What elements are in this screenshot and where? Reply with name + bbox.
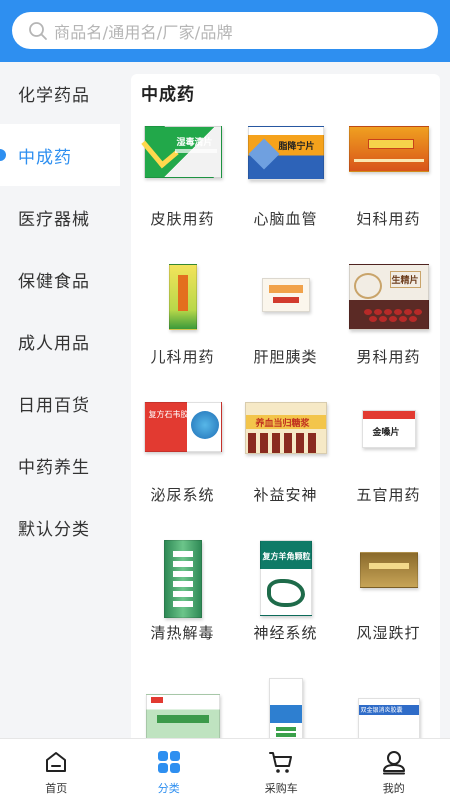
user-icon [382,751,405,775]
sidebar-item-label: 日用百货 [18,395,90,416]
subcategory-item[interactable]: 脂降宁片 心脑血管 [234,116,337,254]
sidebar-item-medical-devices[interactable]: 医疗器械 [0,186,120,248]
subcategory-item[interactable]: 养血当归糖浆 补益安神 [234,392,337,530]
sidebar-item-label: 默认分类 [18,519,90,540]
sidebar-item-label: 中药养生 [18,457,90,478]
product-image: 复方羊角颗粒 [259,540,312,616]
product-image-text: 生精片 [389,271,421,288]
subcategory-panel: 中成药 湿毒清片 皮肤用药 脂降宁片 心脑血管 妇科用药 儿科用药 肝胆胰类 生… [131,74,440,738]
product-image: 生精片 [348,264,429,330]
category-sidebar: 化学药品 中成药 医疗器械 保健食品 成人用品 日用百货 中药养生 默认分类 [0,62,120,738]
product-image [163,540,202,618]
grid-icon [157,751,180,773]
sidebar-item-label: 化学药品 [18,85,90,106]
subcategory-item[interactable]: 复方羊角颗粒 神经系统 [234,530,337,668]
subcategory-label: 补益安神 [253,486,318,504]
subcategory-item[interactable]: 妇科用药 [337,116,440,254]
tab-label: 我的 [382,782,405,795]
tab-label: 分类 [157,782,180,795]
product-image-text: 复方石韦胶囊 [148,410,197,419]
subcategory-item[interactable]: 儿科用药 [131,254,234,392]
product-image: 湿毒清片 [140,126,222,178]
product-image-text: 金嗓片 [372,428,400,438]
subcategory-label: 妇科用药 [356,210,421,228]
subcategory-item[interactable] [131,668,234,738]
tab-cart[interactable]: 采购车 [225,739,338,800]
subcategory-label: 男科用药 [356,348,421,366]
tab-category[interactable]: 分类 [113,739,226,800]
subcategory-label: 皮肤用药 [150,210,215,228]
subcategory-item[interactable]: 复方石韦胶囊 泌尿系统 [131,392,234,530]
product-image [268,678,303,738]
search-input[interactable]: 商品名/通用名/厂家/品牌 [12,12,438,49]
sidebar-item-chinese-patent-medicine[interactable]: 中成药 [0,124,120,186]
sidebar-item-label: 医疗器械 [18,209,90,230]
product-image-text: 复方羊角颗粒 [262,552,311,561]
product-image-text: 湿毒清片 [176,138,213,148]
sidebar-item-daily-goods[interactable]: 日用百货 [0,372,120,434]
tab-home[interactable]: 首页 [0,739,113,800]
subcategory-item[interactable]: 风湿跌打 [337,530,440,668]
product-image: 养血当归糖浆 [244,402,327,454]
product-image-text: 双金银消炎胶囊 [360,707,403,714]
product-image [359,540,418,588]
tab-label: 采购车 [264,782,298,795]
subcategory-label: 五官用药 [356,486,421,504]
subcategory-item[interactable]: 湿毒清片 皮肤用药 [131,116,234,254]
product-image [145,678,220,738]
search-placeholder: 商品名/通用名/厂家/品牌 [54,22,233,42]
active-indicator [0,149,6,161]
panel-title: 中成药 [141,85,195,105]
product-image [348,126,429,172]
sidebar-item-adult-products[interactable]: 成人用品 [0,310,120,372]
subcategory-label: 泌尿系统 [150,486,215,504]
sidebar-item-health-food[interactable]: 保健食品 [0,248,120,310]
cart-icon [269,752,293,773]
sidebar-item-label: 保健食品 [18,271,90,292]
subcategory-item[interactable]: 金嗓片 五官用药 [337,392,440,530]
product-image-text: 养血当归糖浆 [255,419,310,429]
product-image: 双金银消炎胶囊 [357,678,420,738]
subcategory-label: 儿科用药 [150,348,215,366]
subcategory-item[interactable] [234,668,337,738]
product-image [168,264,197,330]
sidebar-item-label: 中成药 [18,147,72,168]
product-image-text: 脂降宁片 [278,142,315,152]
subcategory-item[interactable]: 生精片 男科用药 [337,254,440,392]
tab-profile[interactable]: 我的 [338,739,450,800]
subcategory-label: 肝胆胰类 [253,348,318,366]
subcategory-label: 心脑血管 [253,210,318,228]
sidebar-item-label: 成人用品 [18,333,90,354]
sidebar-item-tcm-wellness[interactable]: 中药养生 [0,434,120,496]
product-image [261,264,310,312]
product-image: 脂降宁片 [247,126,324,180]
subcategory-item[interactable]: 清热解毒 [131,530,234,668]
subcategory-item[interactable]: 肝胆胰类 [234,254,337,392]
sidebar-item-chemical-drugs[interactable]: 化学药品 [0,62,120,124]
top-bar: 商品名/通用名/厂家/品牌 [0,0,450,62]
sidebar-item-default[interactable]: 默认分类 [0,496,120,558]
bottom-tab-bar: 首页 分类 采购车 我的 [0,738,450,800]
home-icon [46,752,67,772]
subcategory-item[interactable]: 双金银消炎胶囊 [337,668,440,738]
subcategory-label: 风湿跌打 [356,624,421,642]
tab-label: 首页 [45,782,68,795]
subcategory-label: 清热解毒 [150,624,215,642]
product-image: 金嗓片 [361,402,416,448]
product-image: 复方石韦胶囊 [143,402,222,452]
search-icon [29,21,47,40]
subcategory-label: 神经系统 [253,624,318,642]
